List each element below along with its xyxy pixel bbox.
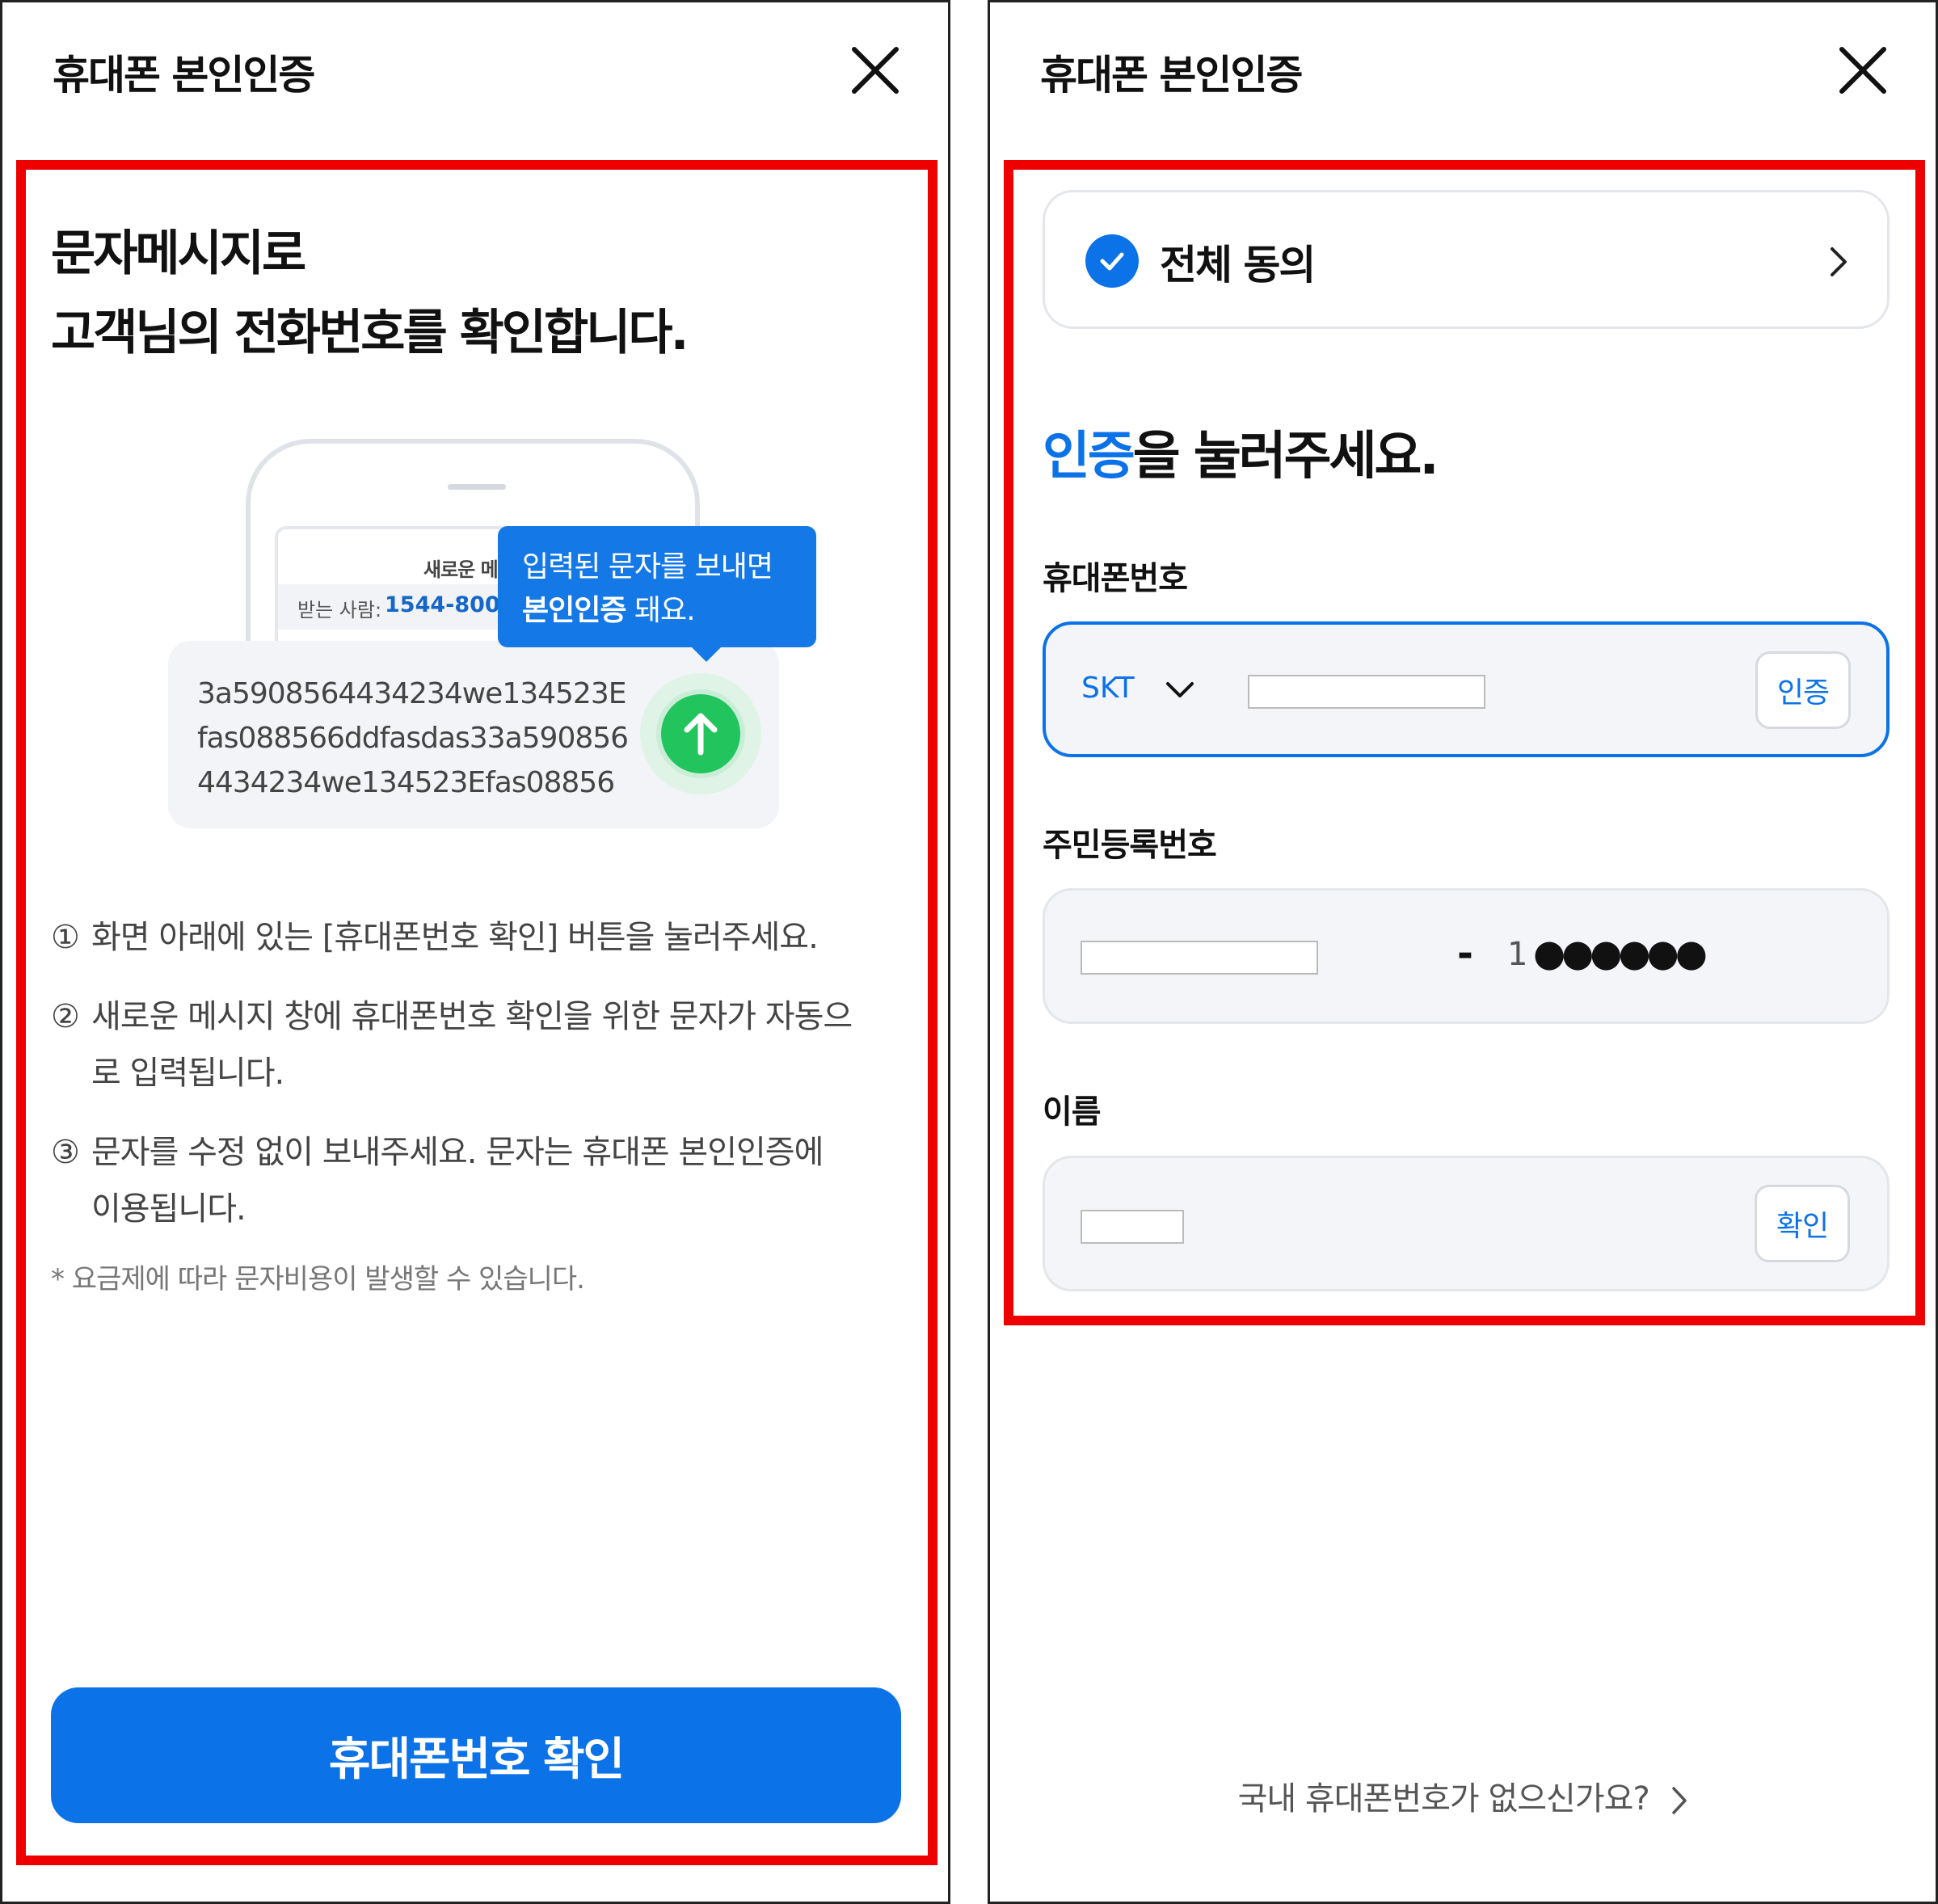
no-domestic-phone-link[interactable]: 국내 휴대폰번호가 없으신가요? [990, 1772, 1936, 1819]
header-title: 휴대폰 본인인증 [1040, 52, 1303, 99]
close-icon [1839, 47, 1886, 94]
highlight-box [1004, 160, 1925, 1325]
right-screen: 휴대폰 본인인증 전체 동의 인증을 눌러주세요. 휴대폰번호 SKT 인증 주 [988, 0, 1938, 1904]
highlight-box [16, 160, 937, 1865]
close-icon [852, 47, 899, 94]
close-button[interactable] [849, 44, 901, 96]
header-title: 휴대폰 본인인증 [53, 52, 315, 99]
no-domestic-phone-text: 국내 휴대폰번호가 없으신가요? [1237, 1780, 1650, 1818]
left-screen: 휴대폰 본인인증 문자메시지로 고객님의 전화번호를 확인합니다. 새로운 메시… [0, 0, 950, 1904]
chevron-right-icon [1672, 1787, 1687, 1814]
close-button[interactable] [1837, 44, 1889, 96]
